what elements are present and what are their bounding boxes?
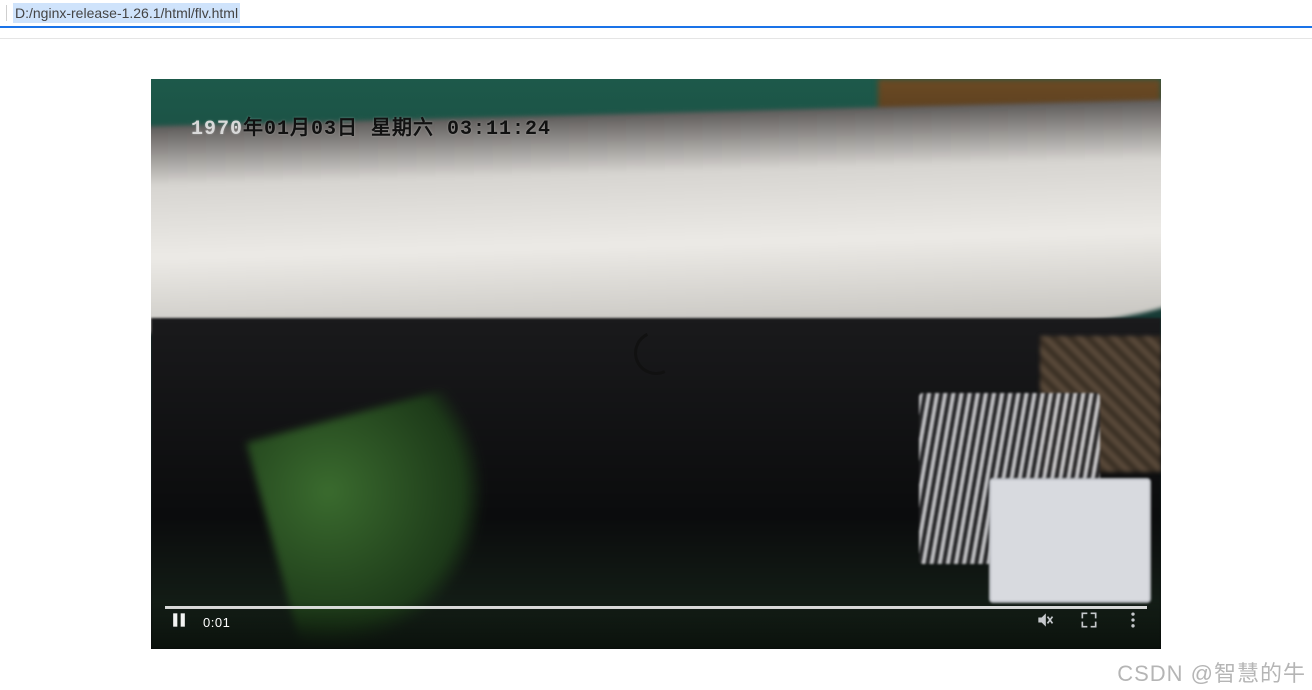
volume-muted-icon — [1035, 610, 1055, 635]
address-bar-divider — [6, 5, 7, 21]
more-vert-icon — [1123, 610, 1143, 635]
url-text[interactable]: D:/nginx-release-1.26.1/html/flv.html — [13, 3, 240, 23]
volume-button[interactable] — [1031, 608, 1059, 636]
pause-button[interactable] — [165, 608, 193, 636]
fullscreen-button[interactable] — [1075, 608, 1103, 636]
timestamp-year: 1970 — [191, 118, 243, 141]
fullscreen-icon — [1079, 610, 1099, 635]
timestamp-rest: 年01月03日 星期六 03:11:24 — [243, 118, 551, 141]
watermark-text: CSDN @智慧的牛 — [1117, 656, 1306, 688]
current-time-label: 0:01 — [203, 615, 230, 630]
more-options-button[interactable] — [1119, 608, 1147, 636]
camera-timestamp-overlay: 1970年01月03日 星期六 03:11:24 — [191, 111, 551, 141]
page-body: 1970年01月03日 星期六 03:11:24 0:01 — [0, 38, 1312, 649]
video-controls: 0:01 — [151, 601, 1161, 649]
video-player[interactable]: 1970年01月03日 星期六 03:11:24 0:01 — [151, 79, 1161, 649]
pause-icon — [169, 610, 189, 635]
browser-address-bar[interactable]: D:/nginx-release-1.26.1/html/flv.html — [0, 0, 1312, 28]
